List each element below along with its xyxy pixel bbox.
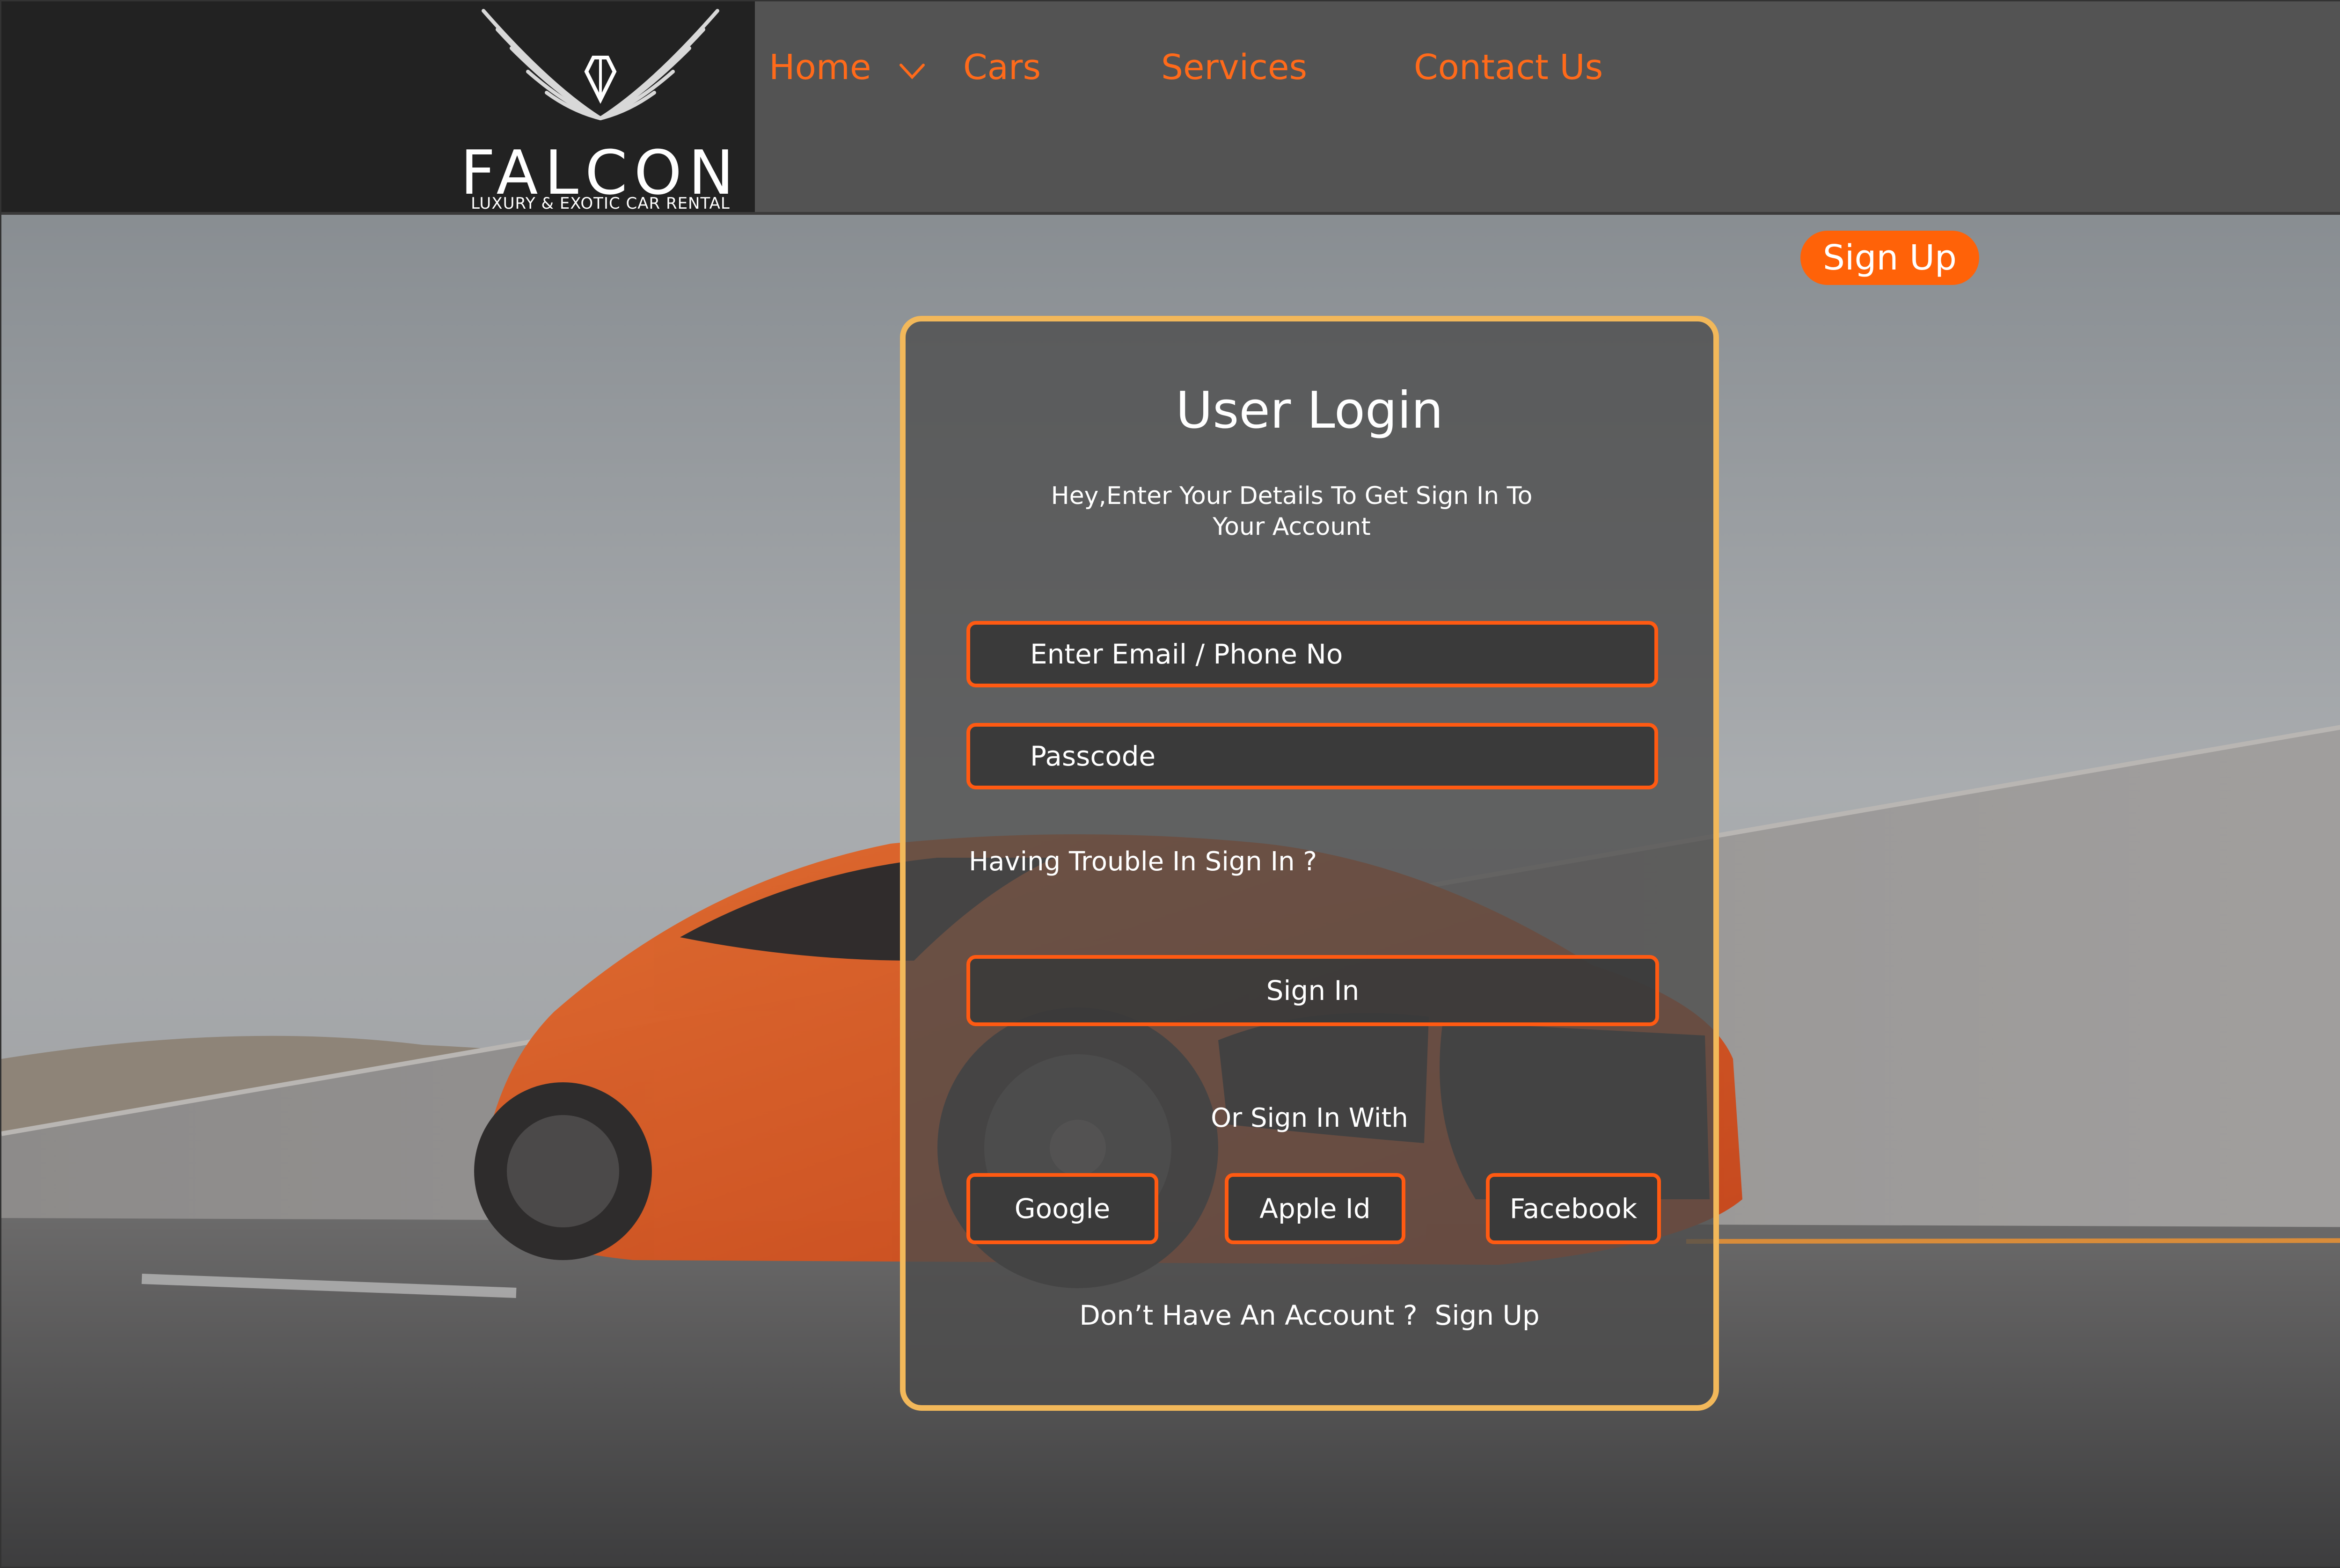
- card-sign-up-link[interactable]: Sign Up: [1435, 1299, 1540, 1331]
- login-title: User Login: [1176, 381, 1443, 440]
- apple-id-sign-in-button[interactable]: Apple Id: [1225, 1173, 1405, 1244]
- header-sign-up-button[interactable]: Sign Up: [1800, 231, 1979, 285]
- falcon-wings-logo: [482, 9, 719, 120]
- login-subtitle: Hey,Enter Your Details To Get Sign In To…: [1051, 482, 1533, 541]
- sign-in-button[interactable]: Sign In: [966, 955, 1659, 1026]
- nav-item-contact-us[interactable]: Contact Us: [1414, 47, 1603, 88]
- no-account-text: Don’t Have An Account ?: [1079, 1299, 1418, 1331]
- nav-item-cars[interactable]: Cars: [963, 47, 1041, 88]
- email-phone-input[interactable]: Enter Email / Phone No: [966, 621, 1658, 687]
- nav-item-services[interactable]: Services: [1161, 47, 1307, 88]
- nav-item-home[interactable]: Home: [769, 47, 871, 88]
- passcode-input[interactable]: Passcode: [966, 723, 1658, 789]
- no-account-row: Don’t Have An Account ? Sign Up: [906, 1299, 1713, 1331]
- page: FALCON LUXURY & EXOTIC CAR RENTAL Home C…: [0, 0, 2340, 1568]
- top-navigation-bar: FALCON LUXURY & EXOTIC CAR RENTAL Home C…: [1, 1, 2340, 215]
- brand-tagline: LUXURY & EXOTIC CAR RENTAL: [471, 194, 730, 213]
- login-card: User Login Hey,Enter Your Details To Get…: [900, 316, 1719, 1411]
- google-sign-in-button[interactable]: Google: [966, 1173, 1158, 1244]
- brand-logo[interactable]: FALCON LUXURY & EXOTIC CAR RENTAL: [446, 1, 755, 213]
- or-sign-in-with-label: Or Sign In With: [1211, 1103, 1408, 1133]
- trouble-signing-in-link[interactable]: Having Trouble In Sign In ?: [969, 846, 1317, 877]
- chevron-down-icon[interactable]: [899, 62, 925, 81]
- facebook-sign-in-button[interactable]: Facebook: [1486, 1173, 1661, 1244]
